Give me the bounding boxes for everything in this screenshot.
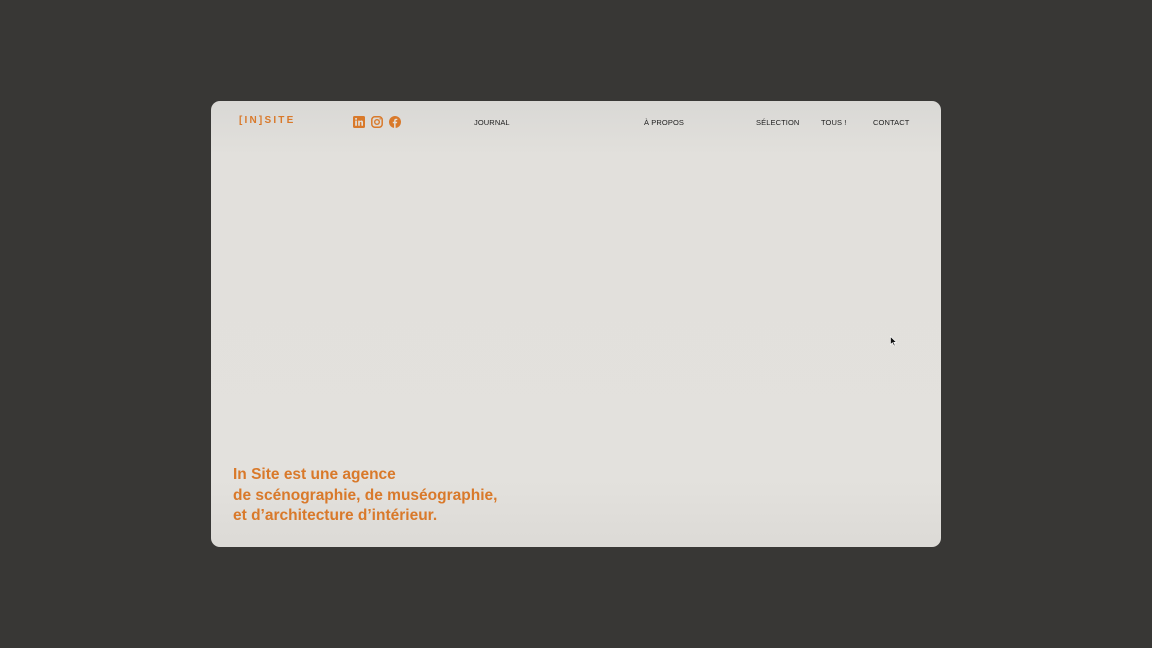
instagram-icon[interactable]	[371, 116, 383, 128]
nav-selection[interactable]: SÉLECTION	[756, 118, 799, 127]
hero-tagline: In Site est une agence de scénographie, …	[233, 465, 497, 527]
facebook-icon[interactable]	[389, 116, 401, 128]
mouse-cursor-icon	[890, 336, 898, 347]
tagline-line-1: In Site est une agence	[233, 466, 396, 483]
linkedin-icon[interactable]	[353, 116, 365, 128]
top-navigation: [IN]SITE JOURNAL À PROPOS SÉLECTION TOUS…	[211, 101, 941, 143]
nav-journal[interactable]: JOURNAL	[474, 118, 510, 127]
tagline-line-2: de scénographie, de muséographie,	[233, 486, 498, 504]
website-frame: [IN]SITE JOURNAL À PROPOS SÉLECTION TOUS…	[211, 101, 941, 547]
site-logo[interactable]: [IN]SITE	[239, 115, 296, 126]
nav-a-propos[interactable]: À PROPOS	[644, 118, 684, 127]
nav-contact[interactable]: CONTACT	[873, 118, 909, 127]
social-links	[353, 116, 401, 128]
nav-tous[interactable]: TOUS !	[821, 118, 846, 127]
tagline-line-3: et d’architecture d’intérieur.	[233, 507, 438, 524]
